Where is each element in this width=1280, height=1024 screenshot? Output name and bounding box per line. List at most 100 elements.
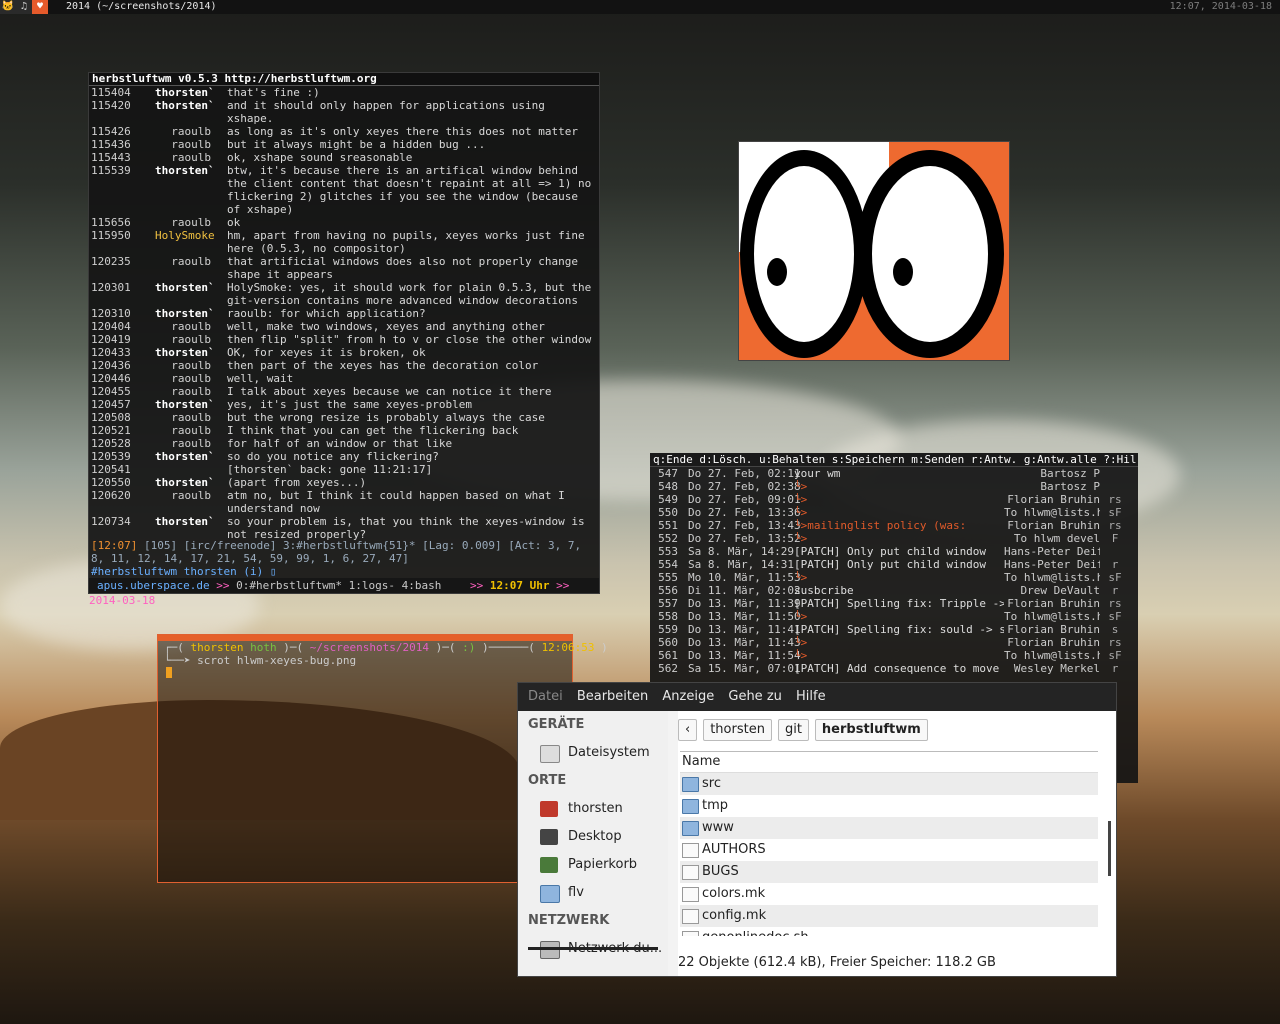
irc-timestamp: 115420 <box>91 99 131 112</box>
file-row[interactable]: www <box>680 817 1098 839</box>
file-icon <box>682 909 699 924</box>
path-segment-git[interactable]: git <box>777 719 809 741</box>
file-row[interactable]: config.mk <box>680 905 1098 927</box>
mail-number: 547 <box>658 467 678 480</box>
irc-status-info: [105] [irc/freenode] 3:#herbstluftwm{51}… <box>91 539 582 565</box>
file-list[interactable]: Name src tmp www AUTHORS BUGS colors.mk config… <box>680 751 1098 936</box>
mail-row[interactable]: 554 Sa 8. Mär, 14:31 [PATCH] Only put chil… <box>650 558 1138 571</box>
irc-nick: thorsten` <box>155 281 215 294</box>
tag-heart-icon[interactable]: ♥ <box>32 0 48 14</box>
mail-row[interactable]: 552 Do 27. Feb, 13:52 └> To hlwm devel F <box>650 532 1138 545</box>
cursor <box>166 667 172 678</box>
mail-subject: └> <box>794 571 808 584</box>
menu-anzeige[interactable]: Anzeige <box>662 689 714 704</box>
file-row[interactable]: tmp <box>680 795 1098 817</box>
mail-from: Florian Bruhin <box>1007 597 1100 610</box>
file-name: src <box>702 776 721 791</box>
separator: >> <box>216 579 230 592</box>
tmux-windows[interactable]: 0:#herbstluftwm* 1:logs- 4:bash <box>236 579 441 592</box>
sidebar-item-home[interactable]: thorsten <box>518 795 668 823</box>
file-manager-window[interactable]: Datei Bearbeiten Anzeige Gehe zu Hilfe G… <box>517 682 1117 977</box>
input-line[interactable] <box>158 667 572 681</box>
menu-datei[interactable]: Datei <box>528 689 563 704</box>
file-icon <box>682 887 699 902</box>
prompt-mood: :) <box>462 641 476 654</box>
irc-input[interactable]: #herbstluftwm thorsten (i) ▯ <box>91 565 276 578</box>
mail-row[interactable]: 561 Do 13. Mär, 11:54└> To hlwm@lists.herb… <box>650 649 1138 662</box>
irc-message: 120455 raoulb I talk about xeyes because w… <box>89 385 599 398</box>
mail-subject: └> <box>794 480 808 493</box>
mail-row[interactable]: 559 Do 13. Mär, 11:41 [PATCH] Spelling fix… <box>650 623 1138 636</box>
mail-row[interactable]: 549 Do 27. Feb, 09:01 └> Florian Bruhin rs <box>650 493 1138 506</box>
mail-date: Mo 10. Mär, 11:53 <box>688 571 801 584</box>
mail-row[interactable]: 557 Do 13. Mär, 11:39 [PATCH] Spelling fix… <box>650 597 1138 610</box>
irc-text: for half of an window or that like <box>227 437 453 450</box>
xeyes-window[interactable] <box>738 141 1010 361</box>
menu-hilfe[interactable]: Hilfe <box>796 689 826 704</box>
mail-row[interactable]: 551 Do 27. Feb, 13:43 └>mailinglist polic… <box>650 519 1138 532</box>
mail-flags: r <box>1111 558 1119 571</box>
irc-message: 120620 raoulb atm no, but I think it could… <box>89 489 599 515</box>
irc-timestamp: 120446 <box>91 372 131 385</box>
mail-flags: F <box>1111 532 1119 545</box>
mail-row[interactable]: 556 Di 11. Mär, 02:02 susbcribe Drew DeVaul… <box>650 584 1138 597</box>
mail-number: 558 <box>658 610 678 623</box>
irc-nick: HolySmoke <box>155 229 215 242</box>
section-places: ORTE <box>528 773 567 788</box>
path-segment-current[interactable]: herbstluftwm <box>814 719 928 741</box>
tag-cat-icon[interactable]: 🐱 <box>0 0 16 14</box>
tag-music-icon[interactable]: ♫ <box>16 0 32 14</box>
irc-text: so your problem is, that you think the x… <box>227 515 585 541</box>
irc-message: 120235 raoulb that artificial windows does… <box>89 255 599 281</box>
column-header-name[interactable]: Name <box>680 752 1098 773</box>
file-row[interactable]: BUGS <box>680 861 1098 883</box>
irc-text: [thorsten` back: gone 11:21:17] <box>227 463 433 476</box>
path-back-button[interactable]: ‹ <box>678 719 698 741</box>
shell-terminal-window[interactable]: ┌─( thorsten hoth )─( ~/screenshots/2014… <box>157 634 608 883</box>
file-row[interactable]: colors.mk <box>680 883 1098 905</box>
sidebar-item-desktop[interactable]: Desktop <box>518 823 668 851</box>
mail-row[interactable]: 562 Sa 15. Mär, 07:01 [PATCH] Add conseque… <box>650 662 1138 675</box>
file-icon <box>682 843 699 858</box>
irc-timestamp: 120539 <box>91 450 131 463</box>
places-sidebar: GERÄTE Dateisystem ORTE thorsten Desktop… <box>518 711 668 976</box>
mutt-message-list[interactable]: 547 Do 27. Feb, 02:11 your wm Bartosz P 548 D… <box>650 467 1138 675</box>
mail-row[interactable]: 558 Do 13. Mär, 11:50└> To hlwm@lists.herb… <box>650 610 1138 623</box>
sidebar-item-filesystem[interactable]: Dateisystem <box>518 739 668 767</box>
sidebar-item-label: Desktop <box>568 829 622 844</box>
mail-row[interactable]: 553 Sa 8. Mär, 14:29 [PATCH] Only put chil… <box>650 545 1138 558</box>
file-row[interactable]: AUTHORS <box>680 839 1098 861</box>
irc-nick: thorsten` <box>155 450 215 463</box>
mail-number: 554 <box>658 558 678 571</box>
mail-flags: sF <box>1108 506 1122 519</box>
irc-message: 115426 raoulb as long as it's only xeyes t… <box>89 125 599 138</box>
irc-text: yes, it's just the same xeyes-problem <box>227 398 473 411</box>
irc-message: 115950 HolySmoke hm, apart from having no … <box>89 229 599 255</box>
mail-from: To hlwm@lists.herbstluftwm.org <box>1004 610 1100 623</box>
irc-text: then part of the xeyes has the decoratio… <box>227 359 539 372</box>
sidebar-item-trash[interactable]: Papierkorb <box>518 851 668 879</box>
file-row[interactable]: genonlinedoc.sh <box>680 927 1098 936</box>
mail-row[interactable]: 550 Do 27. Feb, 13:36 └> To hlwm@lists.her… <box>650 506 1138 519</box>
irc-timestamp: 115436 <box>91 138 131 151</box>
menu-gehe-zu[interactable]: Gehe zu <box>728 689 782 704</box>
menu-bearbeiten[interactable]: Bearbeiten <box>577 689 648 704</box>
irc-message: 115420 thorsten` and it should only happen… <box>89 99 599 125</box>
mail-row[interactable]: 560 Do 13. Mär, 11:43 └> Florian Bruhin rs <box>650 636 1138 649</box>
path-segment-home[interactable]: thorsten <box>703 719 772 741</box>
file-row[interactable]: src <box>680 773 1098 795</box>
irc-terminal-window[interactable]: herbstluftwm v0.5.3 http://herbstluftwm.… <box>88 72 600 607</box>
sidebar-item-flv[interactable]: flv <box>518 879 668 907</box>
irc-text: btw, it's because there is an artifical … <box>227 164 592 216</box>
tmux-statusbar: apus.uberspace.de >> 0:#herbstluftwm* 1:… <box>89 578 599 607</box>
file-name: www <box>702 820 734 835</box>
irc-timestamp: 120550 <box>91 476 131 489</box>
top-panel: 🐱 ♫ ♥ 2014 (~/screenshots/2014) 12:07, 201… <box>0 0 1280 14</box>
mail-flags <box>1100 480 1130 493</box>
scrollbar[interactable] <box>1108 821 1111 876</box>
mail-row[interactable]: 555 Mo 10. Mär, 11:53└> To hlwm@lists.herb… <box>650 571 1138 584</box>
mail-from: To hlwm devel <box>1013 532 1100 545</box>
mail-flags: rs <box>1108 636 1122 649</box>
mail-row[interactable]: 548 Do 27. Feb, 02:38 └> Bartosz P <box>650 480 1138 493</box>
mail-row[interactable]: 547 Do 27. Feb, 02:11 your wm Bartosz P <box>650 467 1138 480</box>
